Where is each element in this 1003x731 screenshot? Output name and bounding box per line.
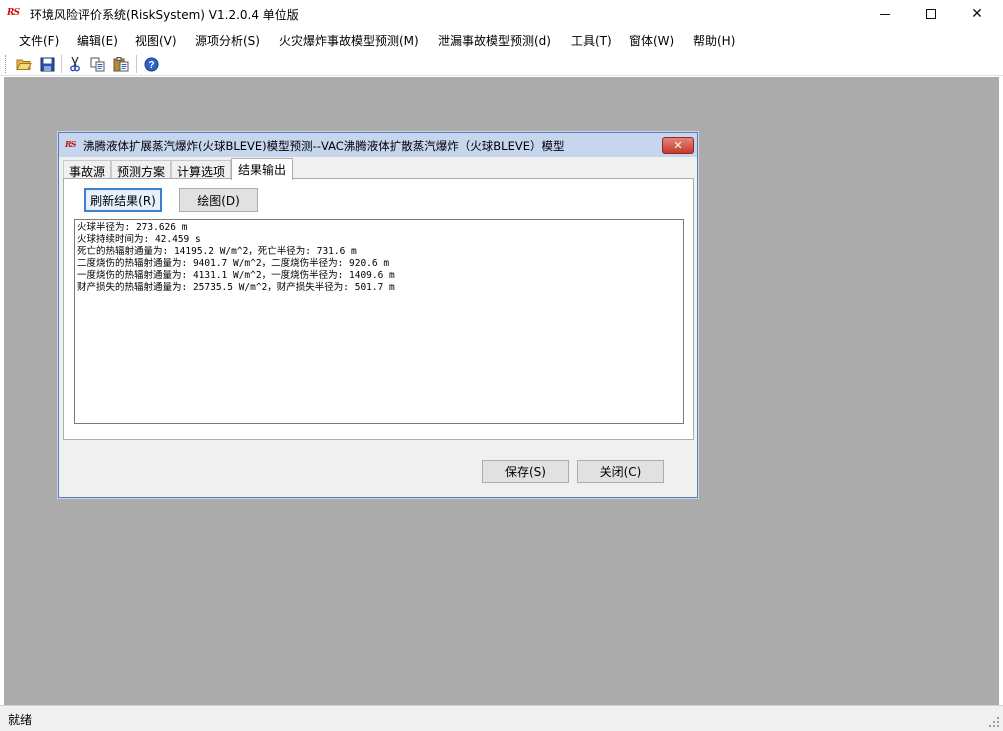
menu-fire-explosion-model[interactable]: 火灾爆炸事故模型预测(M) bbox=[279, 32, 419, 49]
menu-edit[interactable]: 编辑(E) bbox=[77, 32, 118, 49]
toolbar: ? bbox=[0, 52, 1003, 76]
minimize-icon bbox=[880, 13, 890, 15]
dialog-close-button[interactable]: ✕ bbox=[662, 137, 694, 154]
dialog-title-bar[interactable]: RS 沸腾液体扩展蒸汽爆炸(火球BLEVE)模型预测--VAC沸腾液体扩散蒸汽爆… bbox=[59, 133, 697, 157]
paste-button[interactable] bbox=[112, 55, 130, 73]
toolbar-separator bbox=[61, 55, 62, 73]
results-textbox[interactable]: 火球半径为: 273.626 m 火球持续时间为: 42.459 s 死亡的热辐… bbox=[74, 219, 684, 424]
dialog-logo-icon: RS bbox=[65, 139, 76, 149]
close-window-button[interactable]: ✕ bbox=[954, 0, 1000, 28]
menu-help[interactable]: 帮助(H) bbox=[693, 32, 735, 49]
result-line: 死亡的热辐射通量为: 14195.2 W/m^2，死亡半径为: 731.6 m bbox=[77, 246, 357, 257]
result-line: 火球持续时间为: 42.459 s bbox=[77, 234, 201, 245]
status-text: 就绪 bbox=[8, 713, 33, 727]
result-line: 火球半径为: 273.626 m bbox=[77, 222, 188, 233]
dialog-title: 沸腾液体扩展蒸汽爆炸(火球BLEVE)模型预测--VAC沸腾液体扩散蒸汽爆炸（火… bbox=[83, 139, 565, 153]
copy-icon bbox=[90, 57, 105, 71]
open-folder-icon bbox=[16, 59, 32, 70]
menu-view[interactable]: 视图(V) bbox=[135, 32, 177, 49]
app-logo-icon: RS bbox=[7, 8, 20, 18]
tab-result-output[interactable]: 结果输出 bbox=[231, 158, 293, 180]
help-icon: ? bbox=[144, 57, 158, 71]
result-line: 二度烧伤的热辐射通量为: 9401.7 W/m^2，二度烧伤半径为: 920.6… bbox=[77, 258, 390, 269]
close-icon: ✕ bbox=[971, 6, 983, 22]
status-bar: 就绪 bbox=[0, 705, 1003, 731]
toolbar-separator bbox=[136, 55, 137, 73]
maximize-button[interactable] bbox=[908, 0, 954, 28]
open-button[interactable] bbox=[15, 55, 33, 73]
tab-prediction-plan[interactable]: 预测方案 bbox=[111, 160, 171, 179]
paste-icon bbox=[113, 57, 129, 72]
menu-file[interactable]: 文件(F) bbox=[19, 32, 59, 49]
close-icon: ✕ bbox=[673, 139, 683, 152]
menu-tools[interactable]: 工具(T) bbox=[571, 32, 612, 49]
help-button[interactable]: ? bbox=[142, 55, 160, 73]
copy-button[interactable] bbox=[89, 55, 107, 73]
result-line: 一度烧伤的热辐射通量为: 4131.1 W/m^2，一度烧伤半径为: 1409.… bbox=[77, 270, 395, 281]
app-title: 环境风险评价系统(RiskSystem) V1.2.0.4 单位版 bbox=[30, 8, 299, 22]
tab-accident-source[interactable]: 事故源 bbox=[63, 160, 111, 179]
menu-leak-model[interactable]: 泄漏事故模型预测(d) bbox=[438, 32, 551, 49]
result-output-panel: 刷新结果(R) 绘图(D) 火球半径为: 273.626 m 火球持续时间为: … bbox=[63, 178, 694, 440]
minimize-button[interactable] bbox=[862, 0, 908, 28]
workspace-edge bbox=[999, 77, 1003, 705]
menu-window[interactable]: 窗体(W) bbox=[629, 32, 674, 49]
save-results-button[interactable]: 保存(S) bbox=[482, 460, 569, 483]
menu-source-analysis[interactable]: 源项分析(S) bbox=[195, 32, 260, 49]
cut-scissors-icon bbox=[70, 56, 80, 72]
save-disk-icon bbox=[40, 57, 54, 71]
svg-text:?: ? bbox=[148, 60, 154, 71]
app-title-bar: RS 环境风险评价系统(RiskSystem) V1.2.0.4 单位版 ✕ bbox=[0, 0, 1003, 28]
save-button[interactable] bbox=[38, 55, 56, 73]
menu-bar: 文件(F) 编辑(E) 视图(V) 源项分析(S) 火灾爆炸事故模型预测(M) … bbox=[0, 28, 1003, 52]
result-line: 财产损失的热辐射通量为: 25735.5 W/m^2，财产损失半径为: 501.… bbox=[77, 282, 395, 293]
maximize-icon bbox=[926, 9, 936, 19]
bleve-model-dialog: RS 沸腾液体扩展蒸汽爆炸(火球BLEVE)模型预测--VAC沸腾液体扩散蒸汽爆… bbox=[58, 132, 698, 498]
resize-grip-icon[interactable] bbox=[988, 716, 1000, 728]
refresh-results-button[interactable]: 刷新结果(R) bbox=[84, 188, 162, 212]
tab-calc-options[interactable]: 计算选项 bbox=[171, 160, 231, 179]
plot-button[interactable]: 绘图(D) bbox=[179, 188, 258, 212]
cut-button[interactable] bbox=[66, 55, 84, 73]
toolbar-grip[interactable] bbox=[5, 55, 8, 73]
close-dialog-button[interactable]: 关闭(C) bbox=[577, 460, 664, 483]
